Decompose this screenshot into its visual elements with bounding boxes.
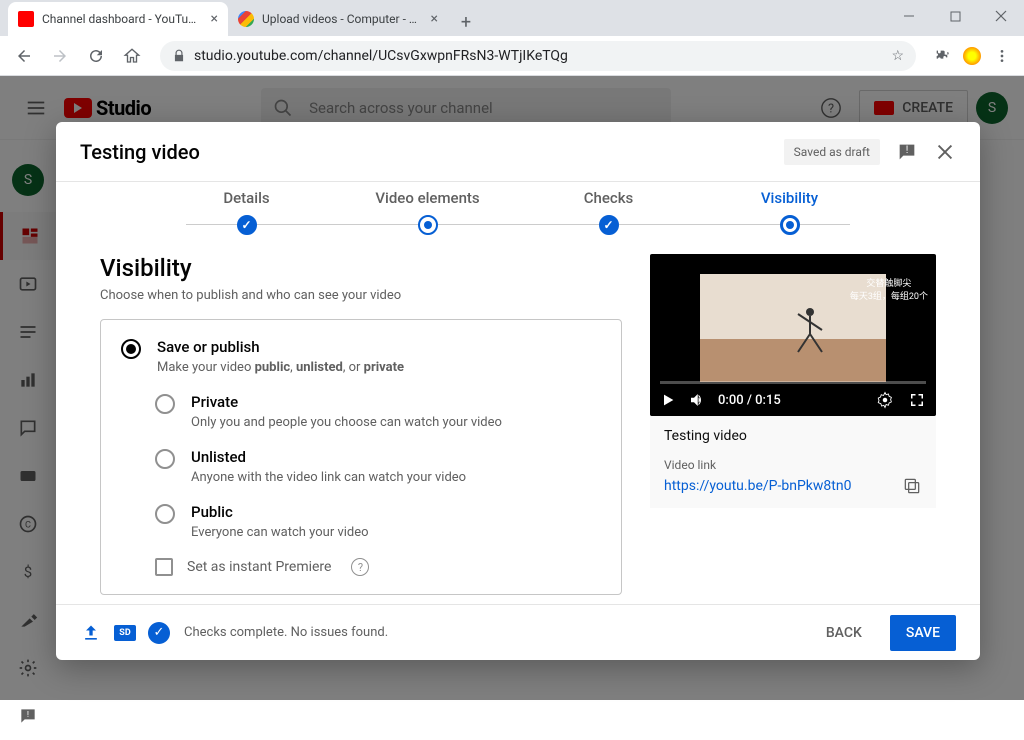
omnibox[interactable]: studio.youtube.com/channel/UCsvGxwpnFRsN… — [160, 41, 916, 71]
reload-button[interactable] — [80, 40, 112, 72]
upload-status-icon — [80, 622, 102, 644]
play-icon[interactable] — [660, 392, 676, 408]
saved-draft-badge: Saved as draft — [784, 139, 880, 165]
preview-panel: 交替触脚尖每天3组，每组20个 0:00 / 0:15 Testing vide… — [650, 254, 936, 604]
browser-tab-active[interactable]: Channel dashboard - YouTube St × — [8, 2, 228, 36]
upload-dialog: Testing video Saved as draft ! Details V… — [56, 122, 980, 660]
dialog-header: Testing video Saved as draft ! — [56, 122, 980, 182]
youtube-favicon — [18, 11, 34, 27]
maximize-button[interactable] — [932, 0, 978, 32]
check-icon — [599, 215, 619, 235]
sd-badge-icon: SD — [114, 625, 136, 641]
checks-done-icon: ✓ — [148, 622, 170, 644]
video-player[interactable]: 交替触脚尖每天3组，每组20个 0:00 / 0:15 — [650, 254, 936, 416]
browser-tab-inactive[interactable]: Upload videos - Computer - You × — [228, 2, 448, 36]
lock-icon — [172, 49, 186, 63]
step-checks[interactable]: Checks — [518, 189, 699, 235]
volume-icon[interactable] — [688, 391, 706, 409]
video-time: 0:00 / 0:15 — [718, 393, 781, 408]
tab-title: Channel dashboard - YouTube St — [42, 12, 203, 26]
step-dot-current-icon — [780, 215, 800, 235]
video-link[interactable]: https://youtu.be/P-bnPkw8tn0 — [664, 478, 851, 494]
help-tooltip-icon[interactable]: ? — [351, 558, 369, 576]
video-overlay-text: 交替触脚尖每天3组，每组20个 — [850, 278, 928, 303]
step-visibility[interactable]: Visibility — [699, 189, 880, 235]
checks-status: Checks complete. No issues found. — [184, 625, 388, 640]
window-close-button[interactable] — [978, 0, 1024, 32]
section-subtitle: Choose when to publish and who can see y… — [100, 288, 622, 303]
tab-strip: Channel dashboard - YouTube St × Upload … — [0, 0, 1024, 36]
checkbox-premiere[interactable]: Set as instant Premiere ? — [155, 558, 601, 576]
preview-video-title: Testing video — [664, 428, 922, 444]
step-details[interactable]: Details — [156, 189, 337, 235]
radio-unlisted[interactable]: Unlisted Anyone with the video link can … — [155, 448, 601, 499]
tab-close-icon[interactable]: × — [211, 11, 218, 27]
check-icon — [237, 215, 257, 235]
url-text: studio.youtube.com/channel/UCsvGxwpnFRsN… — [194, 48, 568, 64]
save-publish-desc: Make your video public, unlisted, or pri… — [157, 360, 404, 375]
star-icon[interactable]: ☆ — [891, 48, 904, 64]
radio-save-or-publish[interactable]: Save or publish Make your video public, … — [121, 338, 601, 389]
home-button[interactable] — [116, 40, 148, 72]
section-heading: Visibility — [100, 254, 622, 282]
settings-icon[interactable] — [876, 391, 894, 409]
fullscreen-icon[interactable] — [908, 391, 926, 409]
google-favicon — [238, 11, 254, 27]
video-link-label: Video link — [664, 458, 922, 472]
minimize-button[interactable] — [886, 0, 932, 32]
forward-button[interactable] — [44, 40, 76, 72]
tab-close-icon[interactable]: × — [431, 11, 438, 27]
visibility-panel: Visibility Choose when to publish and wh… — [100, 254, 622, 604]
save-or-publish-box: Save or publish Make your video public, … — [100, 319, 622, 595]
extension-icon[interactable] — [958, 42, 986, 70]
radio-icon — [155, 449, 175, 469]
extensions-icon[interactable] — [928, 42, 956, 70]
step-dot-icon — [418, 215, 438, 235]
browser-chrome: Channel dashboard - YouTube St × Upload … — [0, 0, 1024, 76]
svg-text:!: ! — [27, 710, 29, 720]
radio-icon — [155, 504, 175, 524]
back-button[interactable] — [8, 40, 40, 72]
radio-icon — [121, 339, 141, 359]
radio-public[interactable]: Public Everyone can watch your video — [155, 503, 601, 554]
stepper: Details Video elements Checks Visibility — [56, 182, 980, 242]
save-button[interactable]: SAVE — [890, 615, 956, 651]
dialog-footer: SD ✓ Checks complete. No issues found. B… — [56, 604, 980, 660]
radio-icon — [155, 394, 175, 414]
step-elements[interactable]: Video elements — [337, 189, 518, 235]
dialog-title: Testing video — [80, 140, 200, 164]
back-button[interactable]: BACK — [810, 615, 878, 651]
checkbox-icon — [155, 558, 173, 576]
radio-private[interactable]: Private Only you and people you choose c… — [155, 393, 601, 444]
address-bar: studio.youtube.com/channel/UCsvGxwpnFRsN… — [0, 36, 1024, 76]
feedback-icon[interactable]: ! — [896, 141, 918, 163]
browser-menu-icon[interactable] — [988, 42, 1016, 70]
new-tab-button[interactable]: + — [452, 8, 480, 36]
svg-text:!: ! — [906, 144, 909, 155]
close-icon[interactable] — [934, 141, 956, 163]
copy-icon[interactable] — [902, 476, 922, 496]
tab-title: Upload videos - Computer - You — [262, 12, 423, 26]
